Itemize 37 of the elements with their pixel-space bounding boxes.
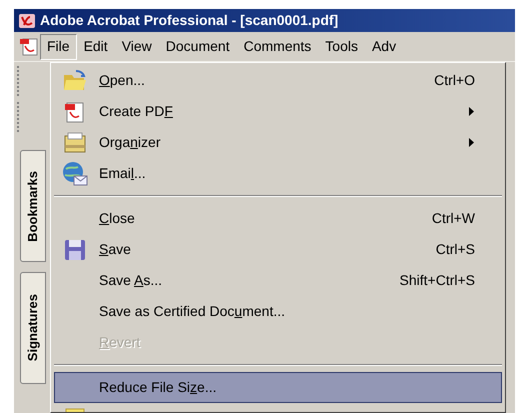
menu-item-label: Email... bbox=[99, 165, 146, 181]
menu-item-label: Reduce File Size... bbox=[99, 379, 217, 395]
window-title: Adobe Acrobat Professional - [scan0001.pdf] bbox=[40, 11, 338, 30]
menu-item[interactable]: Create PDF bbox=[54, 96, 502, 127]
menu-bar-item[interactable]: Document bbox=[158, 34, 237, 60]
menu-item[interactable]: Email... bbox=[54, 158, 502, 189]
menu-item[interactable]: Save As... Shift+Ctrl+S bbox=[54, 265, 502, 296]
app-icon bbox=[18, 12, 36, 28]
menu-item-label: Save As... bbox=[99, 272, 162, 288]
toolbar-grip[interactable] bbox=[17, 102, 21, 132]
side-tab[interactable]: Signatures bbox=[20, 272, 46, 384]
menu-bar-item[interactable]: Edit bbox=[76, 34, 115, 60]
menu-item-label: Save as Certified Document... bbox=[99, 303, 285, 319]
menu-item-label: Close bbox=[99, 210, 135, 226]
toolbar-grip[interactable] bbox=[17, 66, 21, 96]
menu-item[interactable]: Save Ctrl+S bbox=[54, 234, 502, 265]
menu-bar-item[interactable]: Adv bbox=[364, 34, 404, 60]
menu-item-label: Create PDF bbox=[99, 103, 173, 119]
menu-item-label: Save bbox=[99, 241, 131, 257]
menu-item[interactable]: Organizer bbox=[54, 127, 502, 158]
shortcut-text: Ctrl+W bbox=[432, 209, 475, 228]
side-tab[interactable]: Bookmarks bbox=[20, 150, 46, 262]
menu-bar-item[interactable]: View bbox=[114, 34, 159, 60]
menu-item-label: Open... bbox=[99, 72, 145, 88]
menu-item[interactable]: Reduce File Size... bbox=[54, 372, 502, 403]
menu-bar-item[interactable]: Comments bbox=[236, 34, 318, 60]
shortcut-text: Ctrl+O bbox=[434, 71, 475, 90]
shortcut-text: Shift+Ctrl+S bbox=[400, 271, 475, 290]
globe-mail-icon bbox=[61, 160, 89, 186]
menu-item[interactable]: Open... Ctrl+O bbox=[54, 65, 502, 96]
menu-item[interactable]: Close Ctrl+W bbox=[54, 203, 502, 234]
menu-bar-item[interactable]: File bbox=[40, 34, 77, 60]
menu-bar-item[interactable]: Tools bbox=[318, 34, 365, 60]
menu-item[interactable]: Save as Certified Document... bbox=[54, 296, 502, 327]
shortcut-text: Ctrl+S bbox=[436, 240, 475, 259]
document-icon bbox=[18, 36, 40, 58]
menu-item-label: Organizer bbox=[99, 134, 160, 150]
